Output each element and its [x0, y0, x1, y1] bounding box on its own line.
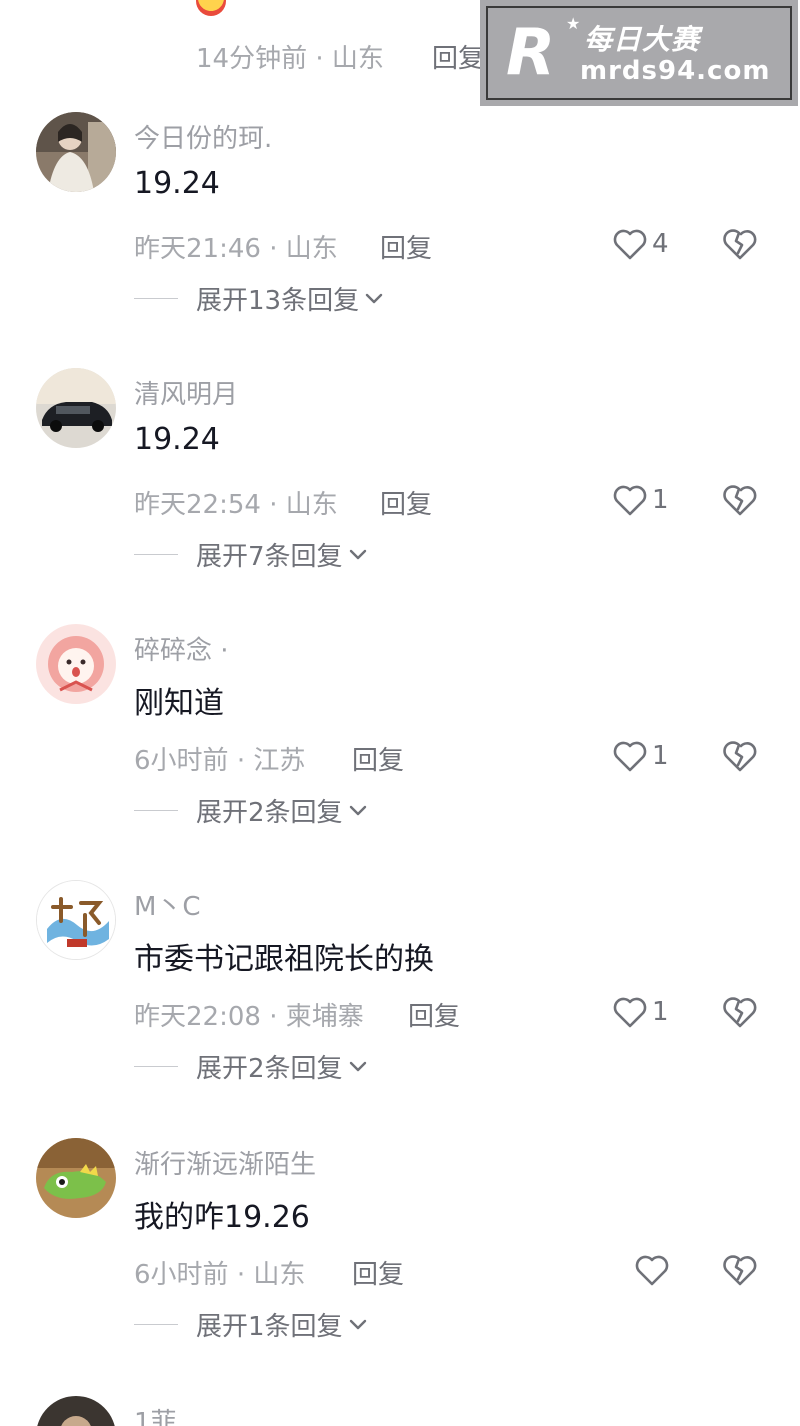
reply-button[interactable]: 回复 — [408, 996, 460, 1033]
like-count: 4 — [652, 229, 669, 259]
reply-button[interactable]: 回复 — [352, 740, 404, 777]
comment-location: 山东 — [253, 1260, 306, 1290]
comment-time: 6小时前 — [134, 1260, 229, 1290]
meta-separator: · — [269, 234, 286, 264]
comment-meta: 6小时前 · 江苏 — [134, 740, 305, 777]
watermark-title: 每日大赛 — [584, 23, 701, 56]
like-count: 1 — [652, 997, 669, 1027]
username[interactable]: 清风明月 — [134, 374, 238, 411]
username[interactable]: M丶C — [134, 886, 201, 923]
reply-button[interactable]: 回复 — [432, 38, 484, 75]
comment-item: 碎碎念 · 刚知道 6小时前 · 江苏 回复 1 展开2条回复 — [0, 624, 800, 882]
emoji-sticker — [196, 0, 226, 16]
broken-heart-icon[interactable] — [722, 226, 758, 262]
expand-label: 展开7条回复 — [196, 541, 343, 572]
username[interactable]: 渐行渐远渐陌生 — [134, 1144, 316, 1181]
comment-meta: 14分钟前 · 山东 — [196, 38, 384, 75]
avatar[interactable] — [36, 1396, 116, 1426]
heart-icon — [613, 485, 647, 516]
expand-divider — [134, 553, 178, 555]
comment-text: 刚知道 — [134, 686, 224, 721]
expand-replies[interactable]: 展开2条回复 — [134, 792, 369, 828]
heart-icon — [613, 229, 647, 260]
comment-location: 山东 — [285, 490, 338, 520]
meta-separator: · — [315, 44, 332, 74]
expand-replies[interactable]: 展开7条回复 — [134, 536, 369, 572]
star-icon: ★ — [566, 14, 581, 33]
comment-meta: 昨天21:46 · 山东 — [134, 228, 338, 265]
avatar[interactable] — [36, 1138, 116, 1218]
expand-divider — [134, 809, 178, 811]
expand-label: 展开2条回复 — [196, 1053, 343, 1084]
username[interactable]: 今日份的珂. — [134, 118, 272, 155]
heart-icon — [613, 741, 647, 772]
comment-time: 6小时前 — [134, 746, 229, 776]
comment-time: 昨天22:08 — [134, 1002, 261, 1032]
broken-heart-icon[interactable] — [722, 994, 758, 1030]
comment-time: 14分钟前 — [196, 44, 308, 74]
expand-replies[interactable]: 展开1条回复 — [134, 1306, 369, 1342]
watermark-logo: R — [506, 16, 556, 90]
comment-time: 昨天22:54 — [134, 490, 261, 520]
meta-separator: · — [236, 746, 254, 776]
reply-button[interactable]: 回复 — [352, 1254, 404, 1291]
comment-location: 柬埔寨 — [285, 1002, 364, 1032]
heart-icon — [613, 997, 647, 1028]
comment-text: 19.24 — [134, 166, 220, 201]
comment-meta: 昨天22:08 · 柬埔寨 — [134, 996, 364, 1033]
expand-divider — [134, 1323, 178, 1325]
reply-button[interactable]: 回复 — [380, 228, 432, 265]
comment-item: 渐行渐远渐陌生 我的咋19.26 6小时前 · 山东 回复 展开1条回复 — [0, 1138, 800, 1396]
expand-label: 展开13条回复 — [196, 285, 360, 316]
broken-heart-icon[interactable] — [722, 738, 758, 774]
comment-location: 山东 — [285, 234, 338, 264]
meta-separator: · — [269, 490, 286, 520]
watermark-frame: R ★ 每日大赛 mrds94.com — [486, 6, 792, 100]
avatar[interactable] — [36, 880, 116, 960]
watermark: R ★ 每日大赛 mrds94.com — [480, 0, 798, 106]
comment-location: 山东 — [331, 44, 384, 74]
watermark-domain: mrds94.com — [580, 56, 771, 86]
chevron-down-icon — [349, 549, 366, 560]
comment-text: 市委书记跟祖院长的换 — [134, 942, 434, 977]
expand-label: 展开1条回复 — [196, 1311, 343, 1342]
reply-button[interactable]: 回复 — [380, 484, 432, 521]
broken-heart-icon[interactable] — [722, 1252, 758, 1288]
comment-location: 江苏 — [253, 746, 306, 776]
comment-text: 我的咋19.26 — [134, 1200, 310, 1235]
meta-separator: · — [236, 1260, 254, 1290]
heart-icon — [635, 1255, 669, 1286]
username[interactable]: 1菲 — [134, 1402, 177, 1426]
comment-text: 19.24 — [134, 422, 220, 457]
like-count: 1 — [652, 485, 669, 515]
expand-divider — [134, 1065, 178, 1067]
comment-meta: 6小时前 · 山东 — [134, 1254, 305, 1291]
comment-item: 今日份的珂. 19.24 昨天21:46 · 山东 回复 4 展开13条回复 — [0, 112, 800, 370]
chevron-down-icon — [349, 1061, 366, 1072]
like-button[interactable]: 1 — [612, 738, 669, 774]
comment-item: 清风明月 19.24 昨天22:54 · 山东 回复 1 展开7条回复 — [0, 368, 800, 626]
avatar[interactable] — [36, 624, 116, 704]
chevron-down-icon — [349, 1319, 366, 1330]
comment-item: M丶C 市委书记跟祖院长的换 昨天22:08 · 柬埔寨 回复 1 展开2条回复 — [0, 880, 800, 1138]
like-button[interactable]: 1 — [612, 482, 669, 518]
meta-separator: · — [269, 1002, 286, 1032]
expand-divider — [134, 297, 178, 299]
username[interactable]: 碎碎念 · — [134, 630, 229, 667]
like-button[interactable]: 1 — [612, 994, 669, 1030]
bottom-partial-comment: 1菲 — [0, 1394, 800, 1426]
avatar[interactable] — [36, 368, 116, 448]
like-button[interactable]: 4 — [612, 226, 669, 262]
avatar[interactable] — [36, 112, 116, 192]
comment-time: 昨天21:46 — [134, 234, 261, 264]
comment-meta: 昨天22:54 · 山东 — [134, 484, 338, 521]
like-button[interactable] — [634, 1252, 674, 1288]
like-count: 1 — [652, 741, 669, 771]
expand-label: 展开2条回复 — [196, 797, 343, 828]
expand-replies[interactable]: 展开2条回复 — [134, 1048, 369, 1084]
chevron-down-icon — [349, 805, 366, 816]
expand-replies[interactable]: 展开13条回复 — [134, 280, 385, 316]
chevron-down-icon — [365, 293, 383, 304]
broken-heart-icon[interactable] — [722, 482, 758, 518]
